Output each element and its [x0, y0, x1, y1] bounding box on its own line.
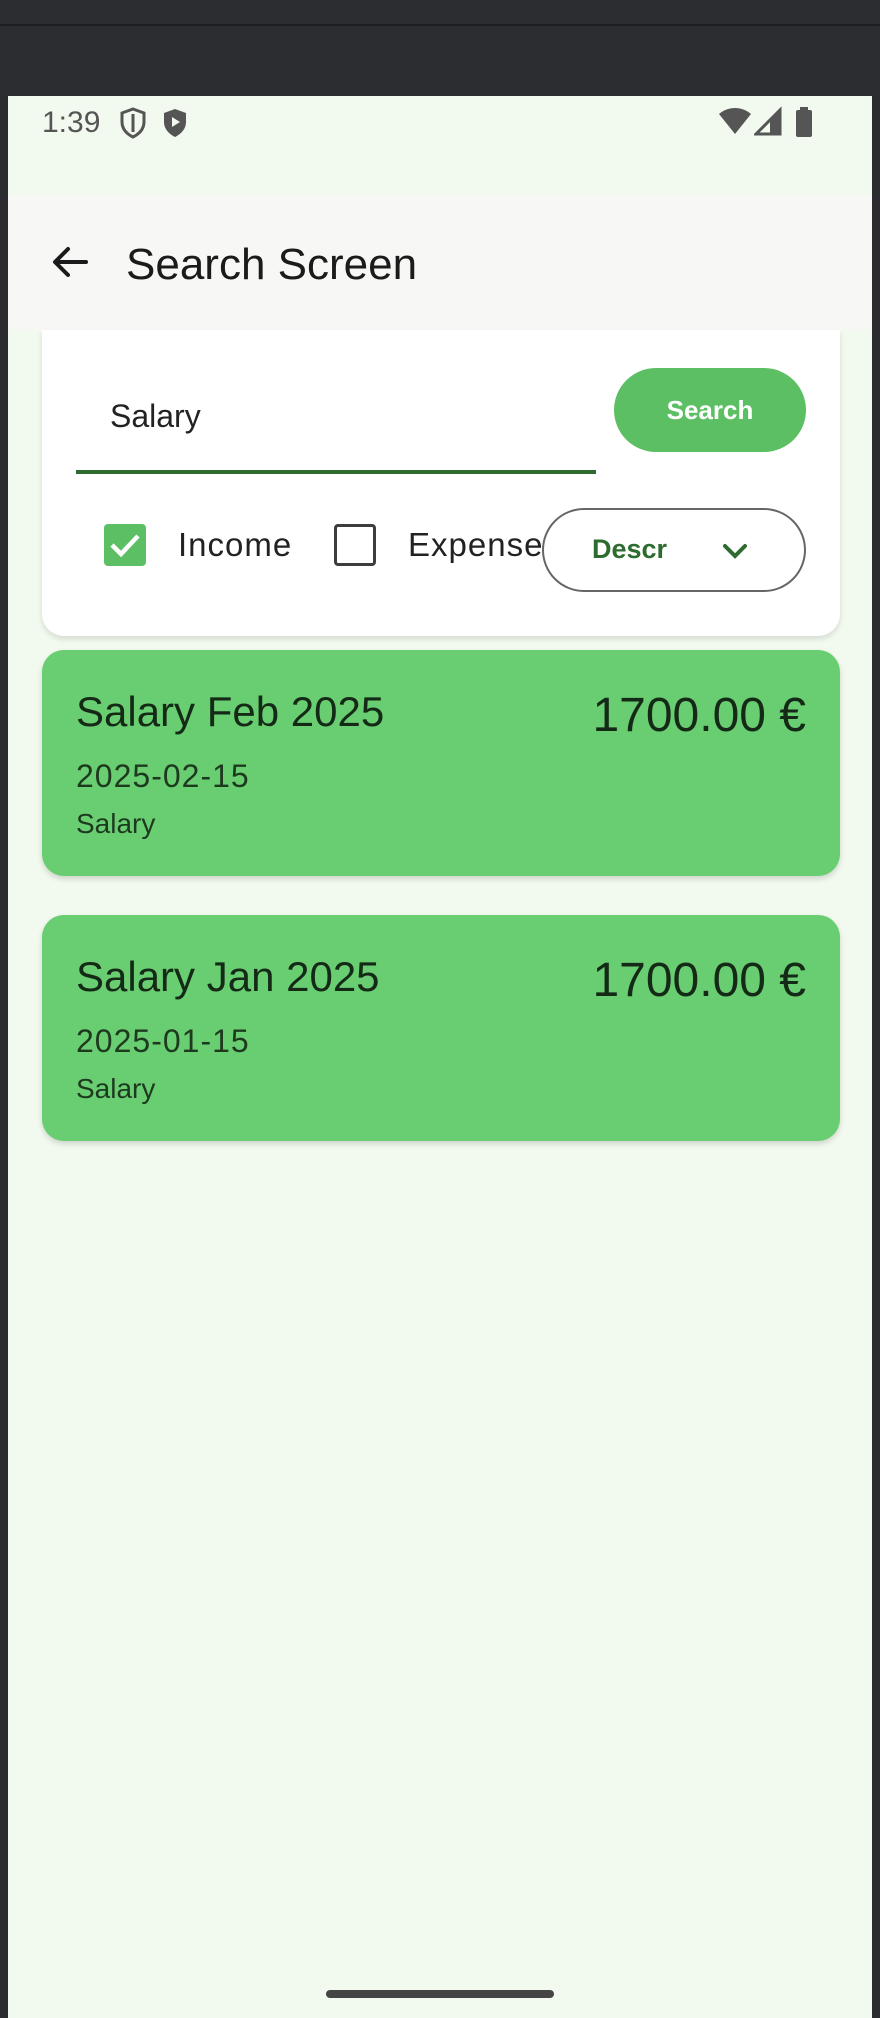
app-screen: 1:39 Search Screen Search: [8, 96, 872, 2018]
transaction-category: Salary: [76, 808, 156, 839]
search-field[interactable]: [76, 358, 596, 474]
transaction-card[interactable]: Salary Jan 2025 1700.00 € 2025-01-15 Sal…: [42, 915, 840, 1141]
transaction-card[interactable]: Salary Feb 2025 1700.00 € 2025-02-15 Sal…: [42, 650, 840, 876]
page-title: Search Screen: [126, 240, 418, 289]
play-protect-icon: [160, 106, 190, 145]
expense-label[interactable]: Expense: [408, 526, 543, 564]
back-button[interactable]: [42, 236, 98, 292]
search-button[interactable]: Search: [614, 368, 806, 452]
transaction-category: Salary: [76, 1073, 156, 1104]
sort-order-dropdown[interactable]: Descr: [542, 508, 806, 592]
search-input[interactable]: [110, 398, 550, 435]
transaction-date: 2025-02-15: [76, 758, 250, 794]
chevron-down-icon: [718, 536, 752, 571]
home-indicator[interactable]: [326, 1990, 554, 1998]
transaction-amount: 1700.00 €: [592, 689, 806, 742]
app-bar: Search Screen: [8, 196, 872, 330]
status-bar: 1:39: [8, 96, 872, 196]
sort-order-label: Descr: [592, 534, 668, 564]
shield-outline-icon: [118, 106, 148, 145]
wifi-icon: [718, 106, 752, 141]
expense-checkbox[interactable]: [334, 524, 376, 566]
status-time: 1:39: [42, 106, 101, 139]
transaction-title: Salary Jan 2025: [76, 953, 380, 1000]
transaction-amount: 1700.00 €: [592, 954, 806, 1007]
checkmark-icon: [104, 534, 146, 570]
chrome-divider: [0, 24, 880, 26]
filter-row: Income Expense Descr: [42, 500, 840, 592]
income-label[interactable]: Income: [178, 526, 292, 564]
search-panel: Search Income Expense Descr: [42, 330, 840, 636]
cellular-signal-icon: [752, 106, 782, 141]
transaction-title: Salary Feb 2025: [76, 688, 385, 735]
transaction-date: 2025-01-15: [76, 1023, 250, 1059]
arrow-left-icon: [50, 242, 90, 287]
income-checkbox[interactable]: [104, 524, 146, 566]
battery-icon: [794, 106, 814, 143]
device-top-chrome: [0, 0, 880, 96]
